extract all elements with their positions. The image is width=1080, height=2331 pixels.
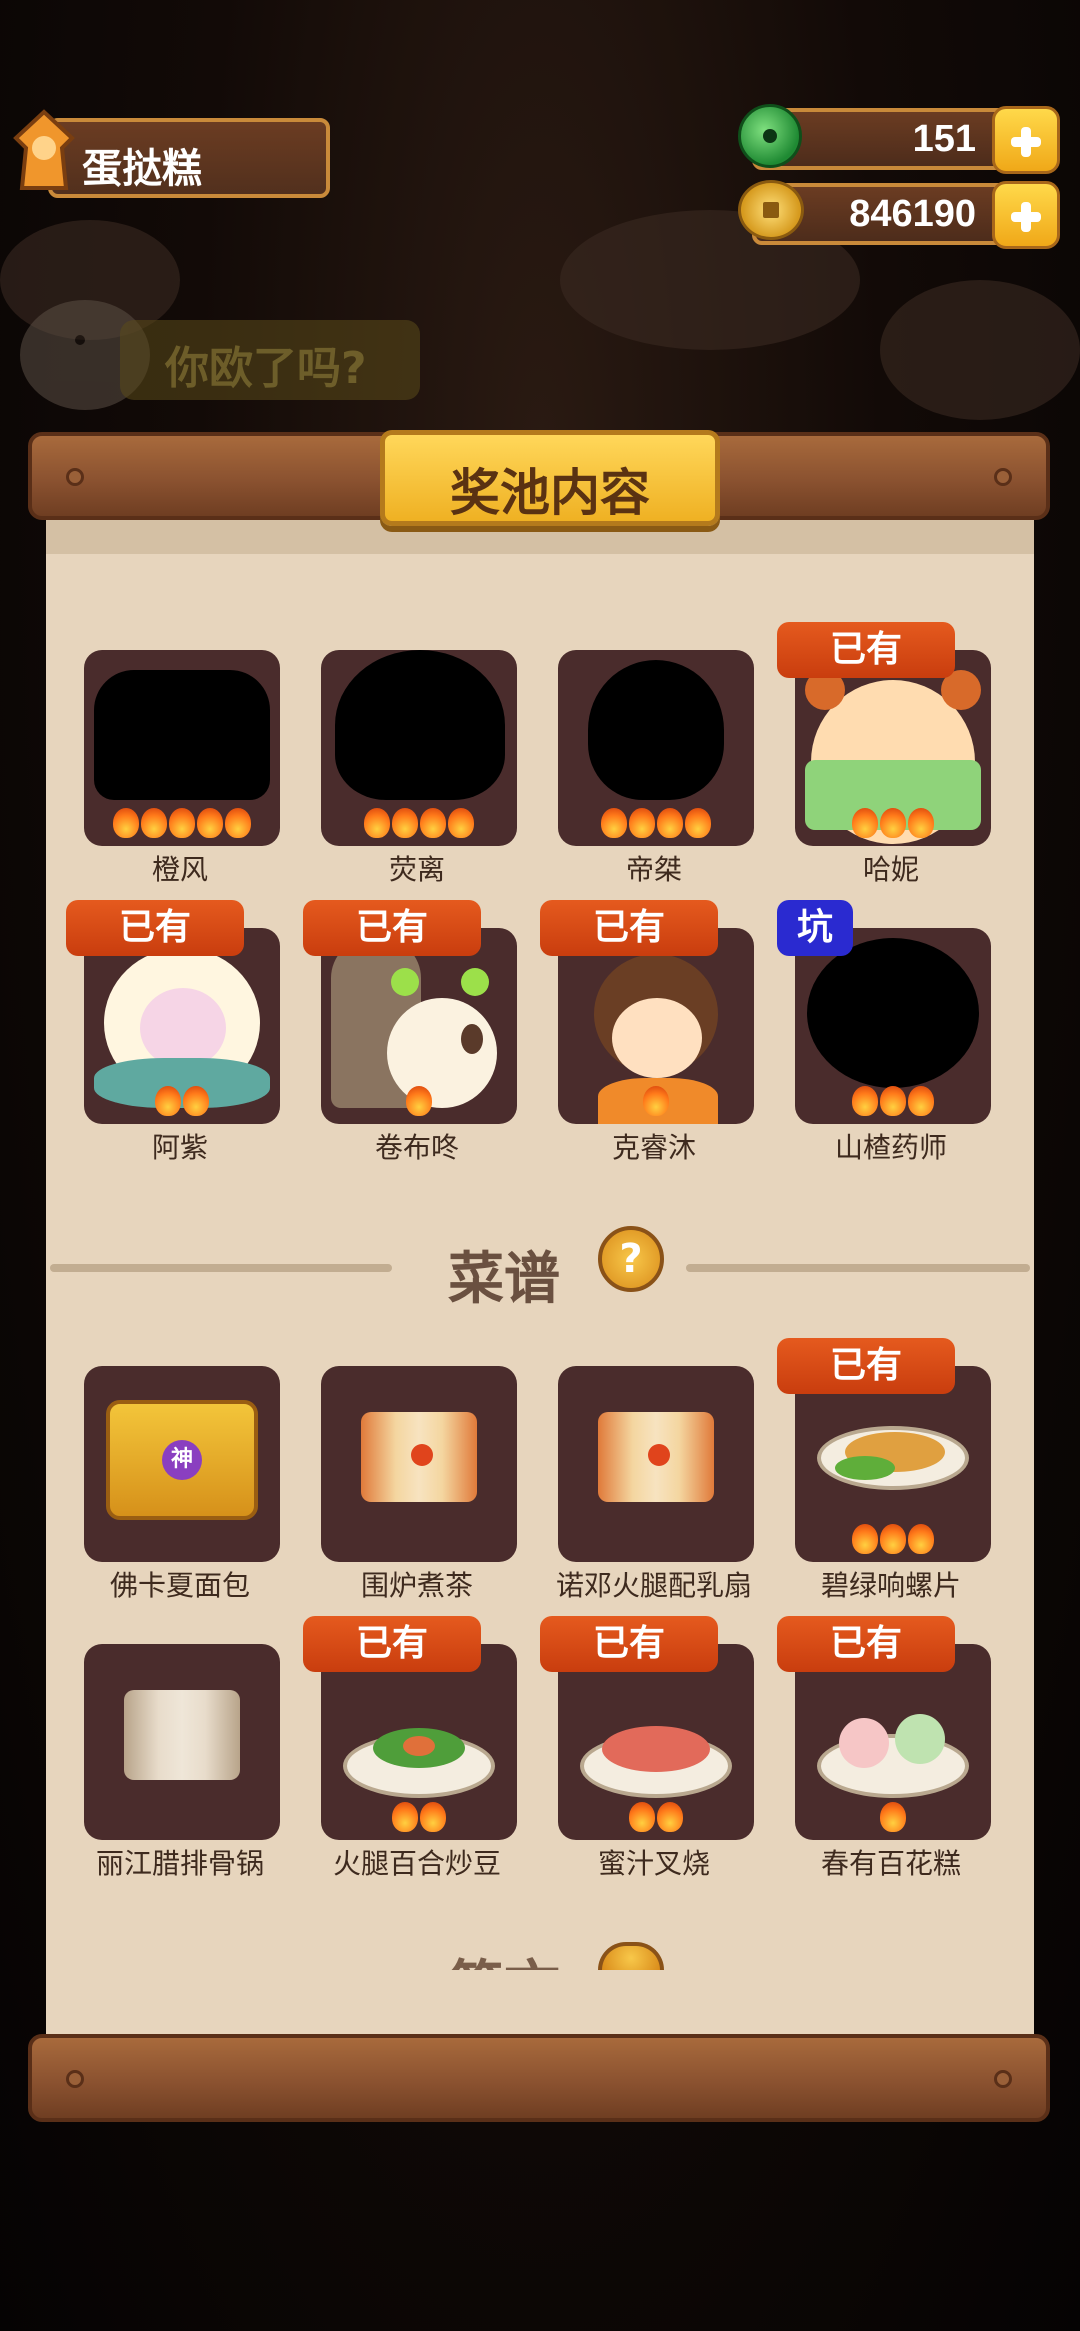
recipe-name: 春有百花糕 [820,1848,961,1879]
background-banner-text: 你欧了吗? [165,343,367,394]
character-card-yingli[interactable] [321,650,517,846]
add-jade-button[interactable] [992,106,1060,174]
player-avatar-icon[interactable] [6,108,82,198]
light-bulb [391,968,419,996]
coin-icon [738,180,804,240]
character-card-chengfeng[interactable] [84,650,280,846]
rarity-flames [558,1086,754,1120]
character-face [612,998,702,1078]
rarity-flames [321,808,517,842]
silhouette [94,670,270,800]
owned-badge: 已有 [540,900,718,956]
rarity-flames [321,1802,517,1836]
recipe-name: 佛卡夏面包 [109,1570,250,1601]
character-card-hani[interactable] [795,650,991,846]
scroll-bottom-rod [28,2034,1050,2122]
character-name: 哈妮 [862,854,919,885]
nail-icon [994,2070,1012,2088]
dish-greens [835,1456,895,1480]
character-name: 卷布咚 [374,1132,459,1163]
rarity-flames [84,808,280,842]
character-card-keruimu[interactable] [558,928,754,1124]
recipe-card-weilu-tea[interactable] [321,1366,517,1562]
player-name: 蛋挞糕 [82,147,202,191]
silhouette [807,938,979,1088]
nail-icon [994,468,1012,486]
divine-seal-icon: 神 [162,1440,202,1480]
character-card-azi[interactable] [84,928,280,1124]
character-name: 克睿沐 [611,1132,696,1163]
divider-line [50,1264,392,1272]
scroll-knot [411,1444,433,1466]
recipe-name: 蜜汁叉烧 [597,1848,710,1879]
dish-ham [403,1736,435,1756]
character-name: 橙风 [151,854,208,885]
character-card-dijie[interactable] [558,650,754,846]
silhouette [588,660,724,800]
recipe-card-char-siu[interactable] [558,1644,754,1840]
character-name: 荧离 [388,854,445,885]
panel-title: 奖池内容 [450,465,650,521]
scroll-knot [648,1444,670,1466]
owned-badge: 已有 [777,622,955,678]
character-face [140,988,226,1068]
character-name: 山楂药师 [834,1132,947,1163]
panel-title-plate: 奖池内容 [380,430,720,526]
owned-badge: 已有 [66,900,244,956]
background-blossom [880,280,1080,420]
pit-badge: 坑 [777,900,853,956]
recipe-name: 碧绿响螺片 [820,1570,961,1601]
help-icon[interactable]: ? [598,1226,664,1292]
rarity-flames [84,1086,280,1120]
rarity-flames [321,1086,517,1120]
silhouette [335,650,505,800]
owned-badge: 已有 [540,1616,718,1672]
rarity-flames [558,808,754,842]
dish-pork [602,1726,710,1772]
nail-icon [66,2070,84,2088]
rarity-flames [795,1802,991,1836]
character-name: 帝桀 [625,854,682,885]
divider-line [686,1264,1030,1272]
ghost-eye [461,1024,483,1054]
jade-icon [738,104,802,168]
character-name: 阿紫 [151,1132,208,1163]
character-card-juanbudong[interactable] [321,928,517,1124]
owned-badge: 已有 [303,1616,481,1672]
nail-icon [66,468,84,486]
owned-badge: 已有 [777,1338,955,1394]
next-section-title: 简文 [448,1942,560,1970]
rarity-flames [795,1524,991,1558]
jade-value: 151 [912,118,976,160]
owned-badge: 已有 [303,900,481,956]
dish-cake [839,1718,889,1768]
owned-badge: 已有 [777,1616,955,1672]
recipe-card-flower-cake[interactable] [795,1644,991,1840]
game-screen: 你欧了吗? 蛋挞糕 151 846190 奖池内容 橙风 荧离 帝桀 已有 哈妮… [0,0,1080,2331]
rarity-flames [795,808,991,842]
recipe-card-focaccia[interactable]: 神 [84,1366,280,1562]
rarity-flames [558,1802,754,1836]
recipe-scroll-icon [124,1690,240,1780]
player-name-plate[interactable]: 蛋挞糕 [48,118,330,198]
add-coins-button[interactable] [992,181,1060,249]
recipe-card-ham-lily-beans[interactable] [321,1644,517,1840]
recipe-card-lijiang-ribs[interactable] [84,1644,280,1840]
light-bulb [461,968,489,996]
recipe-name: 围炉煮茶 [360,1570,473,1601]
coin-value: 846190 [849,193,976,235]
recipe-card-nuodeng-ham[interactable] [558,1366,754,1562]
rarity-flames [795,1086,991,1120]
recipe-name: 丽江腊排骨锅 [95,1848,264,1879]
character-card-shanzha-yaoshi[interactable] [795,928,991,1124]
recipe-card-conch-slices[interactable] [795,1366,991,1562]
recipe-name: 火腿百合炒豆 [332,1848,501,1879]
recipes-section-title: 菜谱 [448,1247,560,1310]
dish-cake [895,1714,945,1764]
recipe-name: 诺邓火腿配乳扇 [555,1570,752,1601]
